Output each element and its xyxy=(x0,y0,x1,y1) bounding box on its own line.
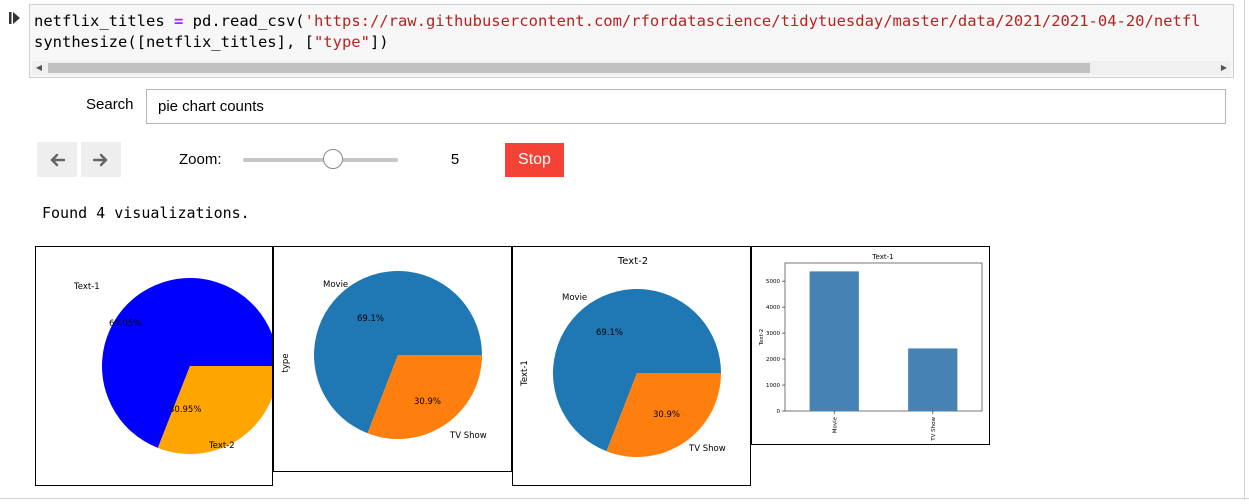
zoom-slider-handle[interactable] xyxy=(322,149,343,169)
horizontal-scrollbar[interactable]: ◀ ▶ xyxy=(32,61,1231,75)
pie-percent-label: 30.9% xyxy=(414,397,441,407)
pie-chart: Movie TV Show 69.1% 30.9% type xyxy=(281,271,487,441)
pie-percent-label: 30.9% xyxy=(653,410,680,420)
y-tick-label: 1000 xyxy=(766,383,780,389)
pie-category-label: TV Show xyxy=(449,431,487,441)
pie-percent-label: 69.1% xyxy=(357,314,384,324)
forward-button[interactable] xyxy=(81,142,121,177)
y-tick-label: 2000 xyxy=(766,357,780,363)
code-operator: = xyxy=(173,12,184,30)
pie-category-label: Text-2 xyxy=(208,441,235,451)
bar xyxy=(908,348,958,411)
visualization-4[interactable]: 0 1000 2000 3000 4000 5000 Movie TV Show Text-1 T… xyxy=(751,246,990,445)
search-input[interactable] xyxy=(146,89,1226,124)
scroll-left-icon[interactable]: ◀ xyxy=(32,61,46,75)
y-tick-label: 3000 xyxy=(766,331,780,337)
code-token: pd.read_csv( xyxy=(183,12,305,30)
results-status: Found 4 visualizations. xyxy=(42,204,250,222)
code-token: synthesize([netflix_titles], [ xyxy=(34,33,314,51)
run-icon[interactable] xyxy=(8,10,22,26)
notebook-edge xyxy=(1244,0,1245,500)
pie-percent-label: 69.05% xyxy=(109,319,141,329)
pie-chart: Text-1 Text-2 69.05% 30.95% xyxy=(73,278,272,454)
pie-percent-label: 30.95% xyxy=(169,405,201,415)
visualization-3[interactable]: Movie TV Show 69.1% 30.9% Text-1 Text-2 xyxy=(512,246,751,486)
y-tick-label: 4000 xyxy=(766,305,780,311)
code-string: "type" xyxy=(313,33,370,51)
chart-title: Text-2 xyxy=(617,256,648,267)
zoom-slider[interactable] xyxy=(243,158,398,162)
y-tick-label: 5000 xyxy=(766,279,780,285)
y-axis-label: Text-2 xyxy=(759,329,765,347)
arrow-right-icon xyxy=(93,153,108,166)
output-divider xyxy=(0,498,1249,499)
code-token: ]) xyxy=(369,33,389,51)
back-button[interactable] xyxy=(37,142,77,177)
scroll-right-icon[interactable]: ▶ xyxy=(1217,61,1231,75)
visualization-1[interactable]: Text-1 Text-2 69.05% 30.95% xyxy=(35,246,273,486)
pie-category-label: Movie xyxy=(562,293,587,303)
bar-chart: 0 1000 2000 3000 4000 5000 Movie TV Show Text-1 T… xyxy=(759,253,983,442)
pie-category-label: Text-1 xyxy=(73,282,100,292)
search-label: Search xyxy=(86,96,134,113)
code-token: netflix_titles xyxy=(34,12,174,30)
pie-ylabel: type xyxy=(281,354,291,373)
zoom-value: 5 xyxy=(450,151,460,168)
y-tick-label: 0 xyxy=(777,409,781,415)
x-tick-label: Movie xyxy=(832,416,838,433)
scrollbar-thumb[interactable] xyxy=(48,63,1090,73)
x-tick-label: TV Show xyxy=(931,417,937,442)
pie-chart: Movie TV Show 69.1% 30.9% Text-1 Text-2 xyxy=(520,256,726,457)
pie-category-label: TV Show xyxy=(688,444,726,454)
code-string: 'https://raw.githubusercontent.com/rford… xyxy=(304,12,1201,30)
pie-category-label: Movie xyxy=(323,280,348,290)
code-cell[interactable]: netflix_titles = pd.read_csv('https://ra… xyxy=(29,4,1234,78)
code-text: netflix_titles = pd.read_csv('https://ra… xyxy=(34,11,1201,53)
visualization-2[interactable]: Movie TV Show 69.1% 30.9% type xyxy=(273,246,512,472)
arrow-left-icon xyxy=(50,153,65,166)
chart-title: Text-1 xyxy=(871,253,893,261)
stop-button[interactable]: Stop xyxy=(505,143,564,177)
zoom-label: Zoom: xyxy=(179,151,222,168)
bar xyxy=(809,271,859,411)
pie-ylabel: Text-1 xyxy=(520,360,530,387)
pie-percent-label: 69.1% xyxy=(596,328,623,338)
